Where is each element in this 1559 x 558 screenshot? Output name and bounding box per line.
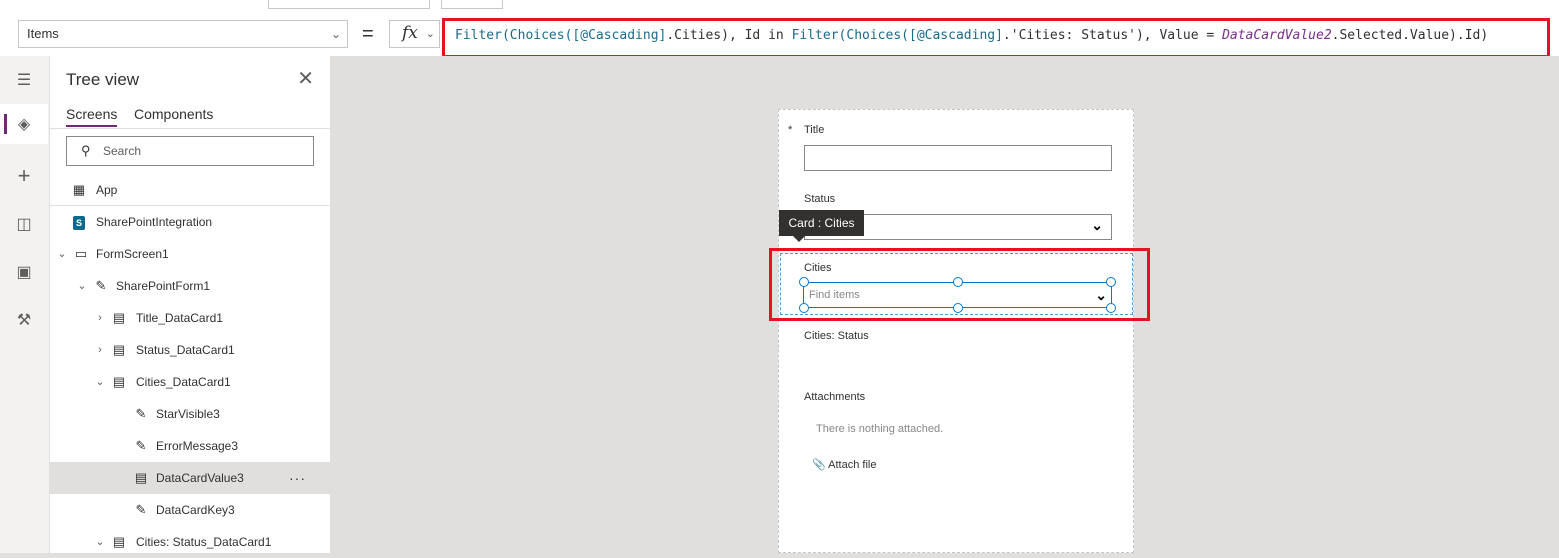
tree-node-label: StarVisible3	[156, 407, 220, 421]
chevron-down-icon[interactable]: ⌄	[94, 526, 106, 558]
formula-token: .Selected.Value).Id)	[1331, 28, 1489, 43]
tree-node-formscreen[interactable]: ⌄ ▭ FormScreen1	[50, 238, 330, 270]
chevron-right-icon[interactable]: ›	[94, 302, 106, 334]
formula-input[interactable]: Filter(Choices([@Cascading].Cities), Id …	[442, 18, 1550, 58]
tree-node-label: Status_DataCard1	[136, 343, 235, 357]
title-input[interactable]	[804, 145, 1112, 171]
card-icon: ▤	[112, 534, 126, 549]
tree-node-datacardkey[interactable]: ✎ DataCardKey3	[50, 494, 330, 526]
ribbon-control[interactable]	[268, 0, 430, 9]
property-value: Items	[27, 26, 59, 41]
tree-node-label: Title_DataCard1	[136, 311, 223, 325]
attach-file-label: Attach file	[828, 459, 877, 471]
tree-node-starvisible[interactable]: ✎ StarVisible3	[50, 398, 330, 430]
tree-node-label: Cities: Status_DataCard1	[136, 535, 272, 549]
title-label: Title	[804, 124, 825, 136]
search-placeholder: Search	[103, 144, 142, 158]
cities-status-label: Cities: Status	[804, 330, 869, 342]
hamburger-menu-icon[interactable]: ☰	[0, 60, 48, 100]
fx-button[interactable]: fx ⌄	[389, 20, 440, 48]
attachments-empty-text: There is nothing attached.	[816, 423, 944, 435]
formula-token: .Cities), Id in	[666, 28, 792, 43]
tree-node-form[interactable]: ⌄ ✎ SharePointForm1	[50, 270, 330, 302]
form-icon: ✎	[95, 278, 107, 293]
tree-node-label: SharePointIntegration	[96, 215, 213, 229]
data-database-icon[interactable]: ◫	[0, 204, 48, 244]
chevron-down-icon: ⌄	[425, 28, 435, 40]
ribbon-control[interactable]	[441, 0, 503, 9]
card-tooltip: Card : Cities	[779, 210, 864, 242]
formula-token: [@Cascading]	[909, 28, 1003, 43]
highlight-box	[769, 248, 1150, 321]
label-edit-icon: ✎	[135, 438, 147, 453]
tree-node-label: DataCardValue3	[156, 471, 244, 485]
label-edit-icon: ✎	[135, 406, 147, 421]
app-icon: ▦	[72, 182, 86, 197]
card-icon: ▤	[112, 342, 126, 357]
sharepoint-icon: S	[70, 206, 88, 238]
tree-node-datacardvalue[interactable]: ▤ DataCardValue3 ···	[50, 462, 330, 494]
card-icon: ▤	[112, 310, 126, 325]
formula-token: DataCardValue2	[1222, 28, 1332, 43]
tree-node-label: Cities_DataCard1	[136, 375, 231, 389]
tree-node-label: App	[96, 183, 118, 197]
tree-node-cities-status-datacard[interactable]: ⌄ ▤ Cities: Status_DataCard1	[50, 526, 330, 558]
attach-file-link[interactable]: 📎 Attach file	[812, 458, 876, 471]
formula-token: Filter(	[791, 28, 847, 43]
chevron-right-icon[interactable]: ›	[94, 334, 106, 366]
property-dropdown[interactable]: Items ⌄	[18, 20, 348, 48]
tree-node-app[interactable]: ▦ App	[50, 174, 330, 206]
attachments-label: Attachments	[804, 391, 866, 403]
search-input[interactable]: ⚲ Search	[66, 136, 314, 166]
required-star: *	[788, 124, 793, 136]
tree-node-title-datacard[interactable]: › ▤ Title_DataCard1	[50, 302, 330, 334]
tree-node-errormessage[interactable]: ✎ ErrorMessage3	[50, 430, 330, 462]
chevron-down-icon[interactable]: ⌄	[94, 366, 106, 398]
chevron-down-icon: ⌄	[1091, 217, 1103, 233]
chevron-down-icon[interactable]: ⌄	[56, 238, 68, 270]
tree-node-status-datacard[interactable]: › ▤ Status_DataCard1	[50, 334, 330, 366]
tab-components[interactable]: Components	[134, 106, 213, 122]
label-edit-icon: ✎	[135, 502, 147, 517]
chevron-down-icon: ⌄	[330, 27, 341, 41]
insert-plus-icon[interactable]: +	[0, 156, 48, 196]
formula-token: .'Cities: Status'), Value =	[1002, 28, 1223, 43]
tree-view-panel: Tree view ✕ Screens Components ⚲ Search …	[50, 56, 331, 553]
formula-bar: Items ⌄ = fx ⌄ Filter(Choices([@Cascadin…	[0, 12, 1559, 58]
close-icon[interactable]: ✕	[297, 66, 314, 91]
equals-sign: =	[362, 23, 374, 45]
search-icon: ⚲	[81, 143, 91, 158]
tree-view-layers-icon[interactable]: ◈	[0, 104, 48, 144]
formula-token: [@Cascading]	[572, 28, 667, 43]
screen-icon: ▭	[74, 246, 88, 261]
tree-node-label: DataCardKey3	[156, 503, 235, 517]
status-label: Status	[804, 193, 836, 205]
tab-screens[interactable]: Screens	[66, 106, 118, 127]
combobox-icon: ▤	[134, 470, 148, 485]
formula-token: Filter(	[455, 28, 510, 43]
sharepoint-form[interactable]: * Title Status ⌄ Cities Cities: Status A…	[778, 109, 1134, 553]
fx-icon: fx	[402, 23, 418, 43]
paperclip-icon: 📎	[812, 459, 826, 471]
more-options-icon[interactable]: ···	[289, 462, 306, 494]
left-rail: ☰ ◈ + ◫ ▣ ⚒	[0, 56, 50, 553]
media-icon[interactable]: ▣	[0, 252, 48, 292]
formula-token: Choices(	[846, 28, 909, 43]
card-icon: ▤	[112, 374, 126, 389]
divider	[50, 128, 330, 129]
chevron-down-icon[interactable]: ⌄	[76, 270, 88, 302]
tree-view-title: Tree view	[66, 70, 140, 89]
tree-node-label: FormScreen1	[96, 247, 169, 261]
advanced-tools-icon[interactable]: ⚒	[0, 300, 48, 340]
tree-node-cities-datacard[interactable]: ⌄ ▤ Cities_DataCard1	[50, 366, 330, 398]
tree-node-sharepoint-integration[interactable]: S SharePointIntegration	[50, 206, 330, 238]
tree-node-label: ErrorMessage3	[156, 439, 239, 453]
tree-node-label: SharePointForm1	[116, 279, 211, 293]
formula-token: Choices(	[509, 28, 573, 43]
